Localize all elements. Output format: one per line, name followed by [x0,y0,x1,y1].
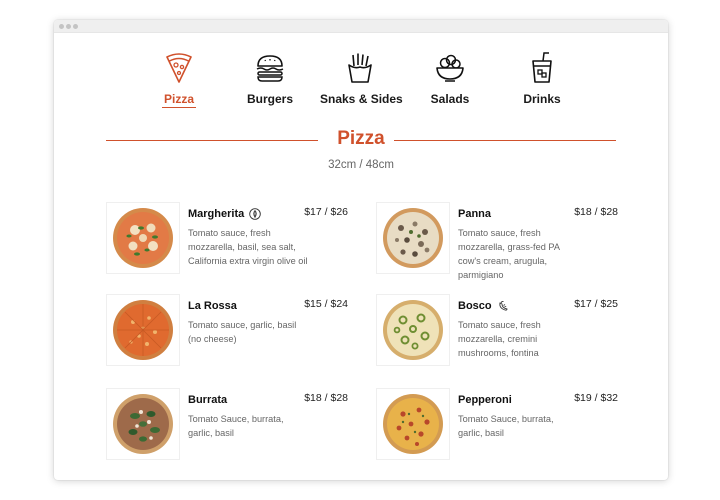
menu-item-bosco[interactable]: Bosco $17 / $25 Tomato sauce, fresh mozz… [376,294,618,370]
menu-item-margherita[interactable]: Margherita $17 / $26 Tomato sauce, fresh… [106,202,348,278]
pizza-image [376,388,450,460]
pizza-image [106,202,180,274]
item-name: Bosco [458,300,509,312]
item-name: La Rossa [188,300,237,312]
item-price: $18 / $28 [304,392,348,404]
pizza-image [376,294,450,366]
section-title: Pizza [337,128,385,149]
item-name-text: La Rossa [188,300,237,312]
item-name: Pepperoni [458,394,512,406]
window-dot[interactable] [73,24,78,29]
vegetarian-leaf-icon [249,208,262,220]
menu-item-la-rossa[interactable]: La Rossa $15 / $24 Tomato sauce, garlic,… [106,294,348,370]
window-titlebar [54,20,668,33]
size-subtitle: 32cm / 48cm [328,159,394,171]
bosco-pizza-image [383,300,443,360]
tab-label: Drinks [523,92,561,106]
pepperoni-pizza-image [383,394,443,454]
item-info: Panna $18 / $28 Tomato sauce, fresh mozz… [458,204,618,282]
panna-pizza-image [383,208,443,268]
item-name-text: Margherita [188,208,245,220]
burrata-pizza-image [113,394,173,454]
tab-burgers[interactable]: Burgers [244,52,296,106]
margherita-pizza-image [113,208,173,268]
category-tabs: Pizza Burgers Snaks & Sides Salads Drink… [54,52,668,132]
item-description: Tomato sauce, fresh mozzarella, basil, s… [188,228,308,266]
drink-cup-icon [532,52,552,83]
item-name-text: Burrata [188,394,228,406]
pizza-slice-icon [166,53,192,83]
la-rossa-pizza-image [113,300,173,360]
item-description: Tomato sauce, garlic, basil (no cheese) [188,320,297,344]
burger-icon [256,55,284,82]
tab-pizza[interactable]: Pizza [162,52,196,108]
tab-label: Pizza [162,92,196,108]
section-header: Pizza 32cm / 48cm [54,128,668,188]
window-dot[interactable] [66,24,71,29]
item-price: $17 / $26 [304,206,348,218]
window-dot[interactable] [59,24,64,29]
tab-drinks[interactable]: Drinks [520,52,564,106]
item-price: $19 / $32 [574,392,618,404]
item-price: $18 / $28 [574,206,618,218]
item-description: Tomato sauce, fresh mozzarella, grass-fe… [458,228,560,280]
item-price: $15 / $24 [304,298,348,310]
item-name: Burrata [188,394,227,406]
tab-label: Burgers [246,92,293,106]
tab-snacks-sides[interactable]: Snaks & Sides [320,52,403,106]
item-name: Margherita [188,208,262,220]
item-name: Panna [458,208,491,220]
item-description: Tomato Sauce, burrata, garlic, basil [458,414,554,438]
pizza-image [106,388,180,460]
item-info: Burrata $18 / $28 Tomato Sauce, burrata,… [188,390,348,440]
tab-salads[interactable]: Salads [428,52,472,106]
spicy-pepper-icon [499,301,508,311]
menu-item-pepperoni[interactable]: Pepperoni $19 / $32 Tomato Sauce, burrat… [376,388,618,464]
item-name-text: Pepperoni [458,394,512,406]
item-name-text: Panna [458,208,492,220]
menu-item-panna[interactable]: Panna $18 / $28 Tomato sauce, fresh mozz… [376,202,618,280]
pizza-image [376,202,450,274]
item-info: La Rossa $15 / $24 Tomato sauce, garlic,… [188,296,348,346]
item-info: Pepperoni $19 / $32 Tomato Sauce, burrat… [458,390,618,440]
item-info: Margherita $17 / $26 Tomato sauce, fresh… [188,204,348,268]
tab-label: Snaks & Sides [320,92,403,106]
item-description: Tomato Sauce, burrata, garlic, basil [188,414,284,438]
menu-item-burrata[interactable]: Burrata $18 / $28 Tomato Sauce, burrata,… [106,388,348,464]
item-description: Tomato sauce, fresh mozzarella, cremini … [458,320,541,358]
item-info: Bosco $17 / $25 Tomato sauce, fresh mozz… [458,296,618,360]
tab-label: Salads [430,92,470,106]
salad-bowl-icon [436,54,464,82]
fries-icon [348,53,372,83]
item-price: $17 / $25 [574,298,618,310]
browser-window: Pizza Burgers Snaks & Sides Salads Drink… [54,20,668,480]
pizza-image [106,294,180,366]
item-name-text: Bosco [458,300,492,312]
